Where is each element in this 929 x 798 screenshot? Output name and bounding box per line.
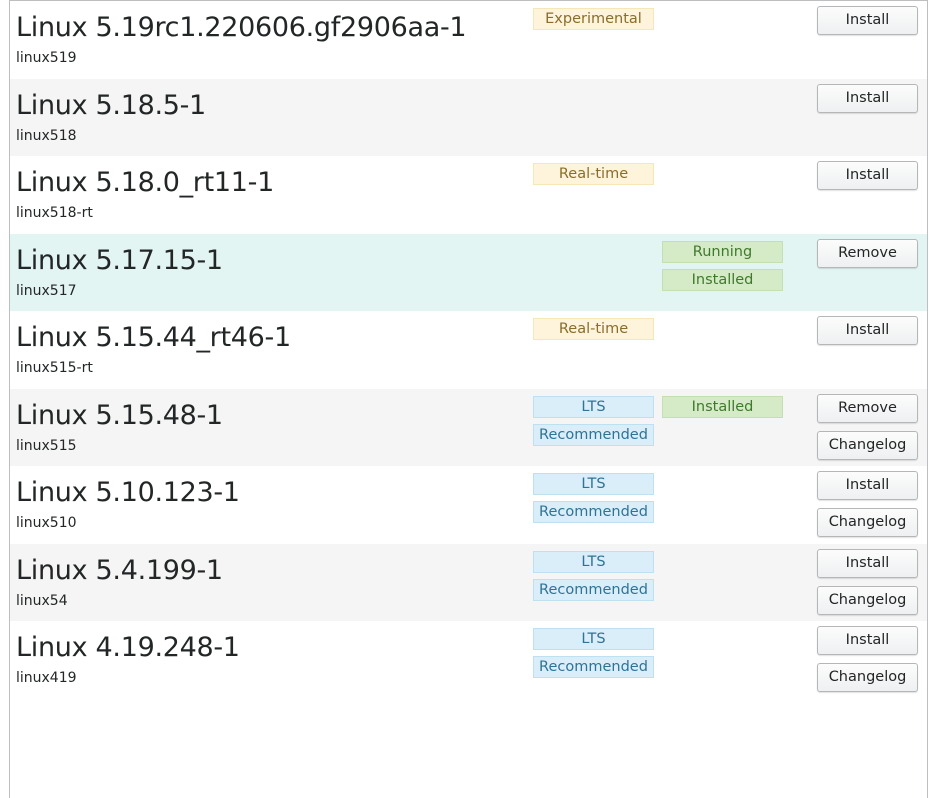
kernel-name: Linux 5.4.199-1: [16, 554, 223, 586]
kernel-package: linux515-rt: [16, 360, 93, 376]
kernel-package: linux517: [16, 282, 77, 299]
kernel-row: Linux 5.18.0_rt11-1 linux518-rt Real-tim…: [10, 156, 927, 234]
recommended-badge: Recommended: [533, 423, 654, 446]
kernel-name: Linux 5.18.0_rt11-1: [16, 167, 274, 198]
install-button[interactable]: Install: [817, 6, 918, 35]
kernel-name: Linux 5.17.15-1: [16, 244, 223, 276]
kernel-row-running: Linux 5.17.15-1 linux517 Running Install…: [10, 233, 927, 311]
kernel-name: Linux 4.19.248-1: [16, 632, 240, 663]
recommended-badge: Recommended: [533, 656, 654, 678]
install-button[interactable]: Install: [817, 626, 918, 655]
kernel-row: Linux 5.19rc1.220606.gf2906aa-1 linux519…: [10, 1, 927, 79]
lts-badge: LTS: [533, 628, 654, 650]
changelog-button[interactable]: Changelog: [817, 508, 918, 537]
kernel-package: linux419: [16, 670, 77, 686]
install-button[interactable]: Install: [817, 548, 918, 578]
remove-button[interactable]: Remove: [817, 238, 918, 268]
lts-badge: LTS: [533, 473, 654, 495]
kernel-package: linux518: [16, 127, 77, 144]
kernel-name: Linux 5.19rc1.220606.gf2906aa-1: [16, 12, 467, 43]
kernel-row: Linux 5.4.199-1 linux54 LTS Recommended …: [10, 543, 927, 621]
changelog-button[interactable]: Changelog: [817, 663, 918, 692]
kernel-package: linux510: [16, 515, 77, 531]
lts-badge: LTS: [533, 550, 654, 573]
kernel-package: linux519: [16, 50, 77, 66]
installed-badge: Installed: [662, 268, 783, 291]
changelog-button[interactable]: Changelog: [817, 585, 918, 615]
remove-button[interactable]: Remove: [817, 393, 918, 423]
install-button[interactable]: Install: [817, 471, 918, 500]
kernel-name: Linux 5.18.5-1: [16, 89, 206, 121]
installed-badge: Installed: [662, 395, 783, 418]
kernel-package: linux515: [16, 437, 77, 454]
running-badge: Running: [662, 240, 783, 263]
install-button[interactable]: Install: [817, 316, 918, 345]
lts-badge: LTS: [533, 395, 654, 418]
install-button[interactable]: Install: [817, 161, 918, 190]
realtime-badge: Real-time: [533, 318, 654, 340]
recommended-badge: Recommended: [533, 578, 654, 601]
kernel-name: Linux 5.15.48-1: [16, 399, 223, 431]
kernel-row: Linux 4.19.248-1 linux419 LTS Recommende…: [10, 621, 927, 699]
kernel-package: linux518-rt: [16, 205, 93, 221]
realtime-badge: Real-time: [533, 163, 654, 185]
kernel-row: Linux 5.10.123-1 linux510 LTS Recommende…: [10, 466, 927, 544]
experimental-badge: Experimental: [533, 8, 654, 30]
kernel-list: Linux 5.19rc1.220606.gf2906aa-1 linux519…: [10, 1, 927, 699]
kernel-name: Linux 5.10.123-1: [16, 477, 240, 508]
changelog-button[interactable]: Changelog: [817, 430, 918, 460]
kernel-name: Linux 5.15.44_rt46-1: [16, 322, 291, 353]
install-button[interactable]: Install: [817, 83, 918, 113]
kernel-row: Linux 5.15.44_rt46-1 linux515-rt Real-ti…: [10, 311, 927, 389]
kernel-package: linux54: [16, 592, 68, 609]
kernel-row: Linux 5.18.5-1 linux518 Install: [10, 78, 927, 156]
kernel-row: Linux 5.15.48-1 linux515 LTS Recommended…: [10, 388, 927, 466]
recommended-badge: Recommended: [533, 501, 654, 523]
